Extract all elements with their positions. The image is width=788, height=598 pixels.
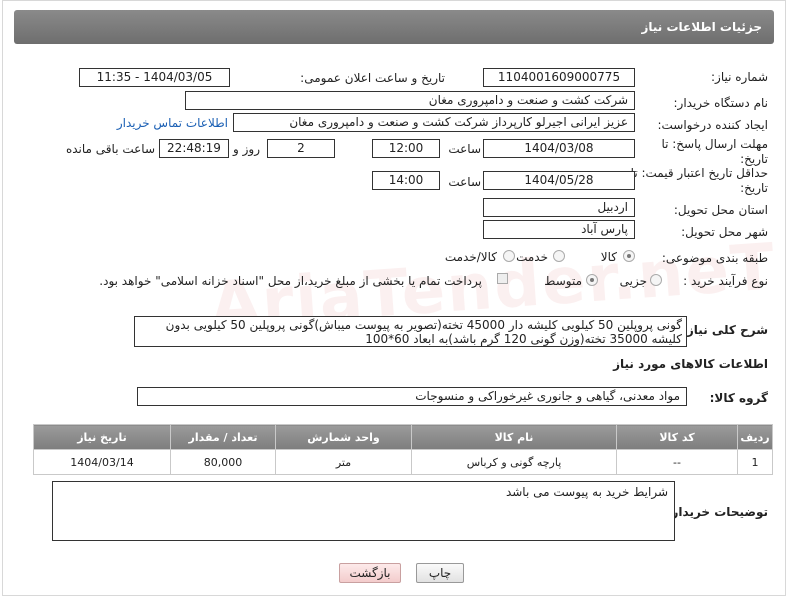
buyer-org-label: نام دستگاه خریدار: <box>673 96 769 110</box>
items-table-header: ردیف کد کالا نام کالا واحد شمارش تعداد /… <box>33 424 773 450</box>
requester-field: عزیز ایرانی اجیرلو کارپرداز شرکت کشت و ص… <box>233 113 635 132</box>
city-field: پارس آباد <box>483 220 635 239</box>
col-name-header: نام کالا <box>411 424 617 450</box>
cell-date: 1404/03/14 <box>33 449 171 475</box>
goods-group-field: مواد معدنی، گیاهی و جانوری غیرخوراکی و م… <box>137 387 687 406</box>
category-both-radio[interactable] <box>503 250 515 262</box>
table-row: 1 -- پارچه گونی و کرباس متر 80,000 1404/… <box>33 449 773 475</box>
announce-field: 1404/03/05 - 11:35 <box>79 68 230 87</box>
print-button[interactable]: چاپ <box>416 563 464 583</box>
cell-code: -- <box>616 449 738 475</box>
col-unit-header: واحد شمارش <box>275 424 412 450</box>
validity-date-field: 1404/05/28 <box>483 171 635 190</box>
category-service-label: خدمت <box>516 250 548 264</box>
process-minor-label: جزیی <box>619 274 647 288</box>
treasury-payment-note: پرداخت تمام یا بخشی از مبلغ خرید،از محل … <box>99 274 482 288</box>
need-number-field: 1104001609000775 <box>483 68 635 87</box>
need-number-label: شماره نیاز: <box>711 70 768 84</box>
treasury-payment-checkbox[interactable] <box>497 273 508 284</box>
city-label: شهر محل تحویل: <box>681 225 768 239</box>
category-both-label: کالا/خدمت <box>444 250 497 264</box>
category-label: طبقه بندی موضوعی: <box>661 251 768 265</box>
items-table: ردیف کد کالا نام کالا واحد شمارش تعداد /… <box>33 424 773 475</box>
deadline-days-field: 2 <box>267 139 335 158</box>
province-field: اردبیل <box>483 198 635 217</box>
process-minor-radio[interactable] <box>650 274 662 286</box>
cell-qty: 80,000 <box>170 449 276 475</box>
deadline-days-label: روز و <box>233 142 260 156</box>
page-title: جزئیات اطلاعات نیاز <box>641 20 762 34</box>
category-service-radio[interactable] <box>553 250 565 262</box>
announce-label: تاریخ و ساعت اعلان عمومی: <box>300 71 445 85</box>
remaining-time-field: 22:48:19 <box>159 139 229 158</box>
goods-group-label: گروه کالا: <box>709 391 768 405</box>
validity-label: حداقل تاریخ اعتبار قیمت: تا تاریخ: <box>630 166 768 195</box>
requester-label: ایجاد کننده درخواست: <box>657 118 768 132</box>
validity-time-label: ساعت <box>448 175 481 189</box>
deadline-time-field: 12:00 <box>372 139 440 158</box>
description-label: شرح کلی نیاز: <box>682 323 768 337</box>
buyer-org-field: شرکت کشت و صنعت و دامپروری مغان <box>185 91 635 110</box>
col-code-header: کد کالا <box>616 424 738 450</box>
process-label: نوع فرآیند خرید : <box>683 274 768 288</box>
category-goods-radio[interactable] <box>623 250 635 262</box>
remaining-time-label: ساعت باقی مانده <box>65 142 155 156</box>
col-row-header: ردیف <box>737 424 773 450</box>
cell-row: 1 <box>737 449 773 475</box>
province-label: استان محل تحویل: <box>673 203 768 217</box>
back-button[interactable]: بازگشت <box>339 563 401 583</box>
cell-unit: متر <box>275 449 412 475</box>
buyer-notes-label: توضیحات خریدار: <box>666 505 768 519</box>
goods-info-title: اطلاعات کالاهای مورد نیاز <box>613 357 768 371</box>
process-medium-radio[interactable] <box>586 274 598 286</box>
col-date-header: تاریخ نیاز <box>33 424 171 450</box>
deadline-time-label: ساعت <box>448 142 481 156</box>
category-goods-label: کالا <box>600 250 617 264</box>
cell-name: پارچه گونی و کرباس <box>411 449 617 475</box>
page-header: جزئیات اطلاعات نیاز <box>14 10 774 44</box>
validity-time-field: 14:00 <box>372 171 440 190</box>
process-medium-label: متوسط <box>544 274 582 288</box>
buyer-contact-link[interactable]: اطلاعات تماس خریدار <box>117 116 228 130</box>
deadline-label: مهلت ارسال پاسخ: تا تاریخ: <box>661 137 768 166</box>
col-qty-header: تعداد / مقدار <box>170 424 276 450</box>
buyer-notes-textarea[interactable]: شرایط خرید به پیوست می باشد <box>52 481 675 541</box>
deadline-date-field: 1404/03/08 <box>483 139 635 158</box>
description-textarea[interactable]: گونی پروپلین 50 کیلویی کلیشه دار 45000 ت… <box>134 316 687 347</box>
